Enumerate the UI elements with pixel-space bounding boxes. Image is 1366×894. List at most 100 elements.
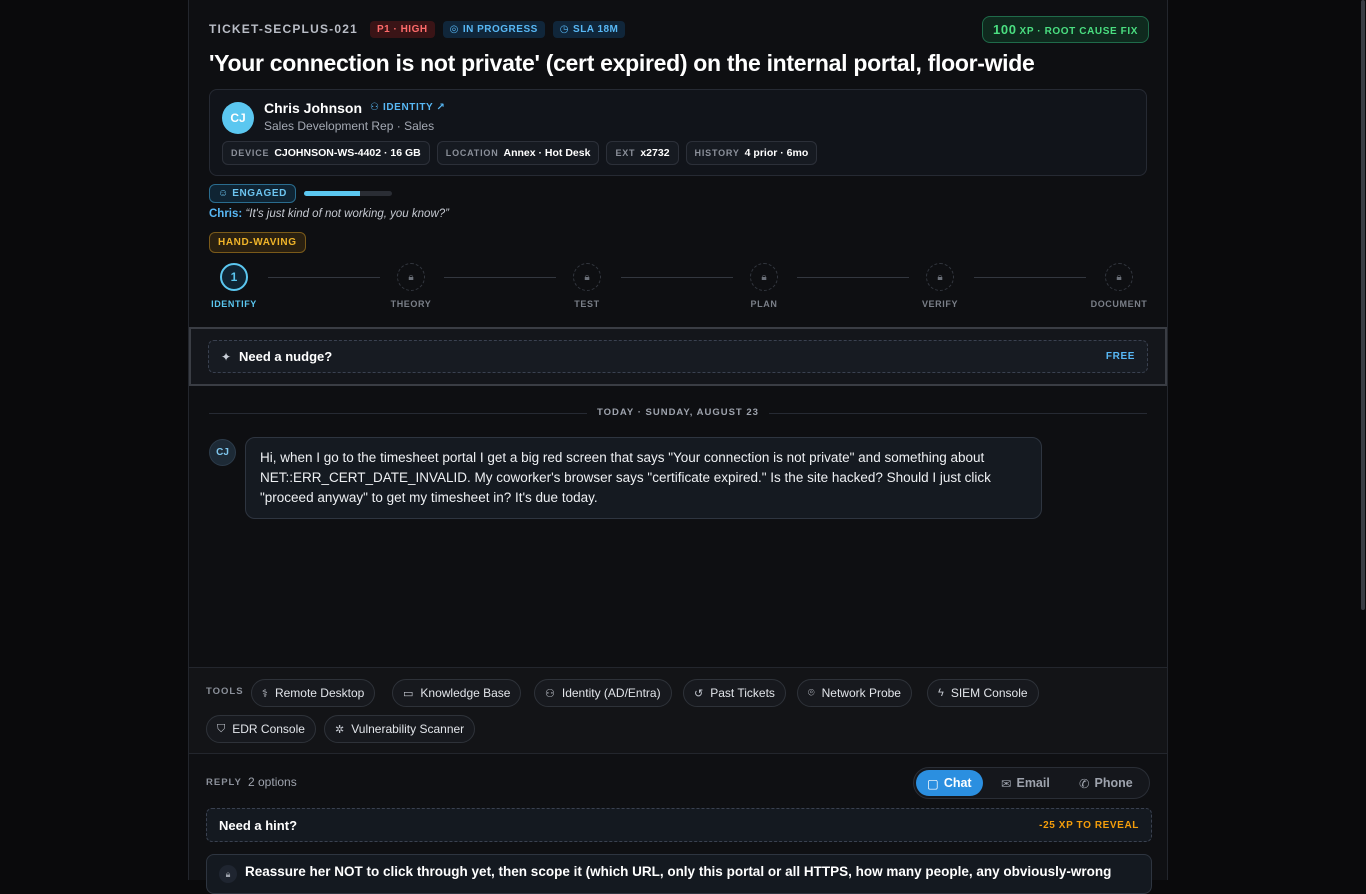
identity-link-label: IDENTITY bbox=[382, 102, 434, 113]
tool-knowledge-base[interactable]: ▭ Knowledge Base bbox=[392, 679, 522, 707]
page-scrollbar[interactable] bbox=[1360, 0, 1366, 880]
quote-speaker: Chris: bbox=[209, 208, 243, 220]
tool-label: SIEM Console bbox=[950, 686, 1028, 700]
user-card: CJ Chris Johnson ⚇ IDENTITY ↗ Sales Deve… bbox=[209, 89, 1147, 176]
smile-icon: ☺ bbox=[218, 188, 229, 199]
xp-label: XP · ROOT CAUSE FIX bbox=[1019, 26, 1138, 37]
sla-badge-label: SLA 18M bbox=[573, 23, 619, 35]
tool-past-tickets[interactable]: ↺ Past Tickets bbox=[683, 679, 786, 707]
channel-email[interactable]: ✉ Email bbox=[990, 770, 1061, 796]
tool-remote-desktop[interactable]: ⚕ Remote Desktop bbox=[251, 679, 376, 707]
nudge-label: Need a nudge? bbox=[239, 349, 333, 364]
step-theory: 🔒︎ THEORY bbox=[376, 263, 446, 309]
step-verify: 🔒︎ VERIFY bbox=[905, 263, 975, 309]
tool-label: Network Probe bbox=[821, 686, 901, 700]
step-document: 🔒︎ DOCUMENT bbox=[1084, 263, 1154, 309]
step-label: THEORY bbox=[390, 299, 432, 309]
date-separator-label: TODAY · SUNDAY, AUGUST 23 bbox=[209, 407, 1147, 418]
sla-badge: ◷ SLA 18M bbox=[552, 20, 626, 38]
avatar: CJ bbox=[222, 102, 254, 134]
location-chip: LOCATION Annex · Hot Desk bbox=[436, 141, 600, 165]
step-plan: 🔒︎ PLAN bbox=[729, 263, 799, 309]
tool-vulnerability-scanner[interactable]: ✲ Vulnerability Scanner bbox=[324, 715, 476, 743]
ticket-panel: TICKET-SECPLUS-021 P1 · HIGH ◎ IN PROGRE… bbox=[188, 0, 1168, 894]
channel-phone[interactable]: ✆ Phone bbox=[1068, 770, 1144, 796]
chip-key: LOCATION bbox=[445, 148, 499, 158]
channel-chat[interactable]: ▢ Chat bbox=[916, 770, 983, 796]
user-icon: ⚇ bbox=[370, 102, 380, 113]
extension-chip: EXT x2732 bbox=[606, 141, 679, 165]
lock-icon: 🔒︎ bbox=[926, 263, 954, 291]
reply-header: REPLY bbox=[206, 777, 242, 788]
hint-button[interactable]: Need a hint? -25 XP TO REVEAL bbox=[206, 808, 1152, 842]
reply-section: REPLY 2 options ▢ Chat ✉ Email ✆ Phone Need… bbox=[189, 754, 1167, 894]
mood-row: ☺ ENGAGED bbox=[209, 184, 392, 203]
message-bubble: Hi, when I go to the timesheet portal I … bbox=[245, 437, 1042, 519]
tools-header: TOOLS bbox=[206, 686, 244, 697]
chat-icon: ▢ bbox=[927, 776, 939, 791]
chip-value: Annex · Hot Desk bbox=[503, 147, 591, 159]
nudge-cost: FREE bbox=[1105, 351, 1135, 362]
scrollbar-thumb[interactable] bbox=[1361, 0, 1365, 610]
network-icon: ⌾ bbox=[808, 686, 815, 699]
reply-option[interactable]: 🔒︎ Reassure her NOT to click through yet… bbox=[206, 854, 1152, 894]
user-role: Sales Development Rep · Sales bbox=[264, 119, 435, 133]
quote-text: “It's just kind of not working, you know… bbox=[245, 208, 449, 220]
bug-icon: ✲ bbox=[335, 723, 345, 736]
shield-icon: ⛉ bbox=[217, 722, 226, 735]
channel-label: Email bbox=[1016, 776, 1050, 790]
ticket-header: TICKET-SECPLUS-021 P1 · HIGH ◎ IN PROGRE… bbox=[209, 16, 1149, 77]
date-separator: TODAY · SUNDAY, AUGUST 23 bbox=[209, 405, 1147, 421]
tool-identity[interactable]: ⚇ Identity (AD/Entra) bbox=[534, 679, 672, 707]
ticket-title: 'Your connection is not private' (cert e… bbox=[209, 50, 1035, 76]
step-identify[interactable]: 1 IDENTIFY bbox=[199, 263, 269, 309]
chip-value: x2732 bbox=[640, 147, 670, 159]
step-label: VERIFY bbox=[921, 299, 959, 309]
step-label: PLAN bbox=[750, 299, 778, 309]
behavior-tag: HAND-WAVING bbox=[209, 232, 306, 253]
channel-label: Chat bbox=[943, 776, 972, 790]
ticket-id: TICKET-SECPLUS-021 bbox=[209, 22, 358, 36]
channel-label: Phone bbox=[1094, 776, 1133, 790]
tool-siem-console[interactable]: ϟ SIEM Console bbox=[927, 679, 1039, 707]
nudge-button[interactable]: ✦ Need a nudge? FREE bbox=[208, 340, 1148, 373]
tool-label: Past Tickets bbox=[710, 686, 775, 700]
tool-edr-console[interactable]: ⛉ EDR Console bbox=[206, 715, 316, 743]
step-connector bbox=[268, 277, 380, 278]
mood-badge-label: ENGAGED bbox=[232, 188, 287, 199]
xp-reward-badge: 100 XP · ROOT CAUSE FIX bbox=[982, 16, 1149, 43]
history-icon: ↺ bbox=[694, 687, 704, 700]
chip-key: HISTORY bbox=[694, 148, 740, 158]
tools-bar: TOOLS ⚕ Remote Desktop ▭ Knowledge Base ⚇ I… bbox=[189, 667, 1167, 754]
identity-link[interactable]: ⚇ IDENTITY ↗ bbox=[370, 102, 446, 113]
mood-meter-fill bbox=[303, 191, 361, 196]
hint-label: Need a hint? bbox=[219, 818, 298, 833]
external-link-icon: ↗ bbox=[436, 102, 446, 113]
phone-icon: ✆ bbox=[1079, 776, 1090, 791]
clock-icon: ◷ bbox=[559, 23, 570, 35]
tool-network-probe[interactable]: ⌾ Network Probe bbox=[797, 679, 912, 707]
user-info-chips: DEVICE CJOHNSON-WS-4402 · 16 GB LOCATION A… bbox=[222, 141, 818, 165]
xp-value: 100 bbox=[993, 22, 1017, 37]
chip-key: DEVICE bbox=[231, 148, 270, 158]
mood-meter bbox=[303, 191, 392, 196]
chip-value: CJOHNSON-WS-4402 · 16 GB bbox=[274, 147, 421, 159]
user-quote: Chris: “It's just kind of not working, y… bbox=[209, 208, 449, 220]
date-separator-text: TODAY · SUNDAY, AUGUST 23 bbox=[587, 407, 769, 418]
reply-options-count: 2 options bbox=[248, 775, 297, 789]
status-circle-icon: ◎ bbox=[449, 23, 459, 35]
step-connector bbox=[621, 277, 733, 278]
chip-key: EXT bbox=[615, 148, 636, 158]
step-test: 🔒︎ TEST bbox=[552, 263, 622, 309]
stethoscope-icon: ⚕ bbox=[262, 687, 268, 700]
chip-value: 4 prior · 6mo bbox=[744, 147, 809, 159]
lock-icon: 🔒︎ bbox=[573, 263, 601, 291]
troubleshooting-steps: 1 IDENTIFY 🔒︎ THEORY 🔒︎ TEST 🔒︎ PLAN 🔒︎ … bbox=[209, 263, 1151, 309]
lock-icon: 🔒︎ bbox=[750, 263, 778, 291]
priority-badge: P1 · HIGH bbox=[369, 20, 435, 38]
tool-label: Vulnerability Scanner bbox=[351, 722, 465, 736]
hint-cost: -25 XP TO REVEAL bbox=[1039, 820, 1139, 831]
step-connector bbox=[974, 277, 1086, 278]
device-chip: DEVICE CJOHNSON-WS-4402 · 16 GB bbox=[222, 141, 430, 165]
lock-icon: 🔒︎ bbox=[397, 263, 425, 291]
